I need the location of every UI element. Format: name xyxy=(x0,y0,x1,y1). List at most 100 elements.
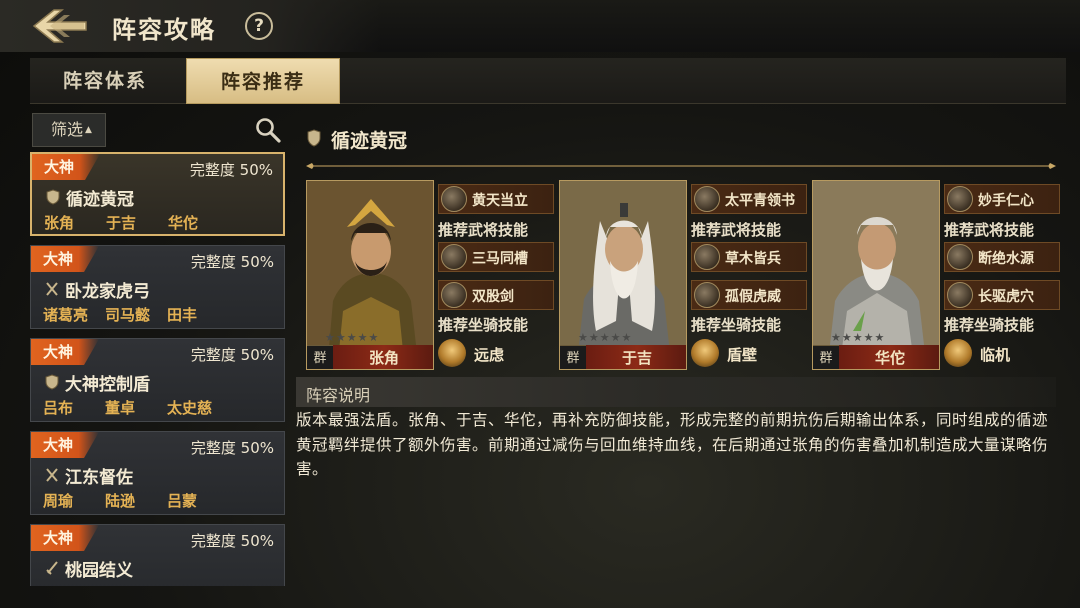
shield-icon xyxy=(45,374,59,390)
shield-icon xyxy=(307,129,321,147)
lineup-name: 卧龙家虎弓 xyxy=(65,282,150,302)
lineup-list[interactable]: 大神 完整度 50% 循迹黄冠 张角 于吉 华佗 大神 完整度 50% 卧龙家虎弓 … xyxy=(30,152,286,586)
hero-name-plate: 华佗 xyxy=(839,345,939,369)
lineup-card[interactable]: 大神 完整度 50% 江东督佐 周瑜 陆逊 吕蒙 xyxy=(30,431,285,515)
lineup-card[interactable]: 大神 完整度 50% 桃园结义 xyxy=(30,524,285,586)
hero-name: 华佗 xyxy=(168,214,199,232)
hero-skill-slot[interactable]: 太平青领书 xyxy=(691,184,807,214)
hero-name: 陆逊 xyxy=(105,492,136,510)
mount-skill-name: 盾壁 xyxy=(727,346,758,364)
mount-skill-name: 临机 xyxy=(980,346,1011,364)
faction-badge: 群 xyxy=(813,345,839,369)
hero-name-plate: 张角 xyxy=(333,345,433,369)
hero-portrait[interactable]: ★★★★★ 群 华佗 xyxy=(812,180,940,370)
hero-skill-slot[interactable]: 三马同槽 xyxy=(438,242,554,272)
hero-name: 吕蒙 xyxy=(167,492,198,510)
mount-section-label: 推荐坐骑技能 xyxy=(438,316,529,334)
hero-name-plate: 于吉 xyxy=(586,345,686,369)
ornamental-divider xyxy=(306,163,1056,169)
hero-portrait[interactable]: ★★★★★ 群 于吉 xyxy=(559,180,687,370)
hero-skill-slot[interactable]: 断绝水源 xyxy=(944,242,1060,272)
hero-portrait[interactable]: ★★★★★ 群 张角 xyxy=(306,180,434,370)
lineup-heroes: 诸葛亮 司马懿 田丰 xyxy=(43,304,229,325)
star-rating: ★★★★★ xyxy=(578,331,633,344)
mount-skill-icon xyxy=(691,339,719,367)
skill-section-label: 推荐武将技能 xyxy=(438,221,529,239)
crossed-swords-icon xyxy=(46,282,58,296)
faction-badge: 群 xyxy=(307,345,333,369)
caret-up-icon: ▲ xyxy=(85,125,92,135)
tab-lineup-system[interactable]: 阵容体系 xyxy=(30,58,180,104)
lineup-name: 桃园结义 xyxy=(65,561,133,581)
mount-skill-slot[interactable]: 临机 xyxy=(944,338,1060,370)
shield-icon xyxy=(46,189,60,205)
completeness-label: 完整度 50% xyxy=(190,346,274,364)
skill-name: 断绝水源 xyxy=(978,251,1034,267)
lineup-name: 江东督佐 xyxy=(65,468,133,488)
hero-name: 于吉 xyxy=(106,214,137,232)
hero-name: 司马懿 xyxy=(105,306,151,324)
skill-name: 三马同槽 xyxy=(472,251,528,267)
lineup-card[interactable]: 大神 完整度 50% 循迹黄冠 张角 于吉 华佗 xyxy=(30,152,285,236)
skill-icon xyxy=(947,244,973,270)
lineup-tag: 大神 xyxy=(31,246,99,272)
hero-skill-slot[interactable]: 孤假虎威 xyxy=(691,280,807,310)
skill-icon xyxy=(947,282,973,308)
hero-skill-slot[interactable]: 长驱虎穴 xyxy=(944,280,1060,310)
hero-card[interactable]: ★★★★★ 群 华佗 妙手仁心 推荐武将技能 断绝水源 长驱虎穴 推荐坐骑技能 … xyxy=(812,180,1060,370)
mount-skill-slot[interactable]: 远虑 xyxy=(438,338,554,370)
lineup-tag: 大神 xyxy=(32,154,100,180)
hero-card[interactable]: ★★★★★ 群 于吉 太平青领书 推荐武将技能 草木皆兵 孤假虎威 推荐坐骑技能… xyxy=(559,180,807,370)
hero-name: 周瑜 xyxy=(43,492,74,510)
tab-lineup-recommend[interactable]: 阵容推荐 xyxy=(186,58,340,104)
star-rating: ★★★★★ xyxy=(325,331,380,344)
page-title: 阵容攻略 xyxy=(112,16,216,44)
completeness-label: 完整度 50% xyxy=(189,161,273,179)
skill-icon xyxy=(694,244,720,270)
lineup-name: 循迹黄冠 xyxy=(66,190,134,210)
completeness-label: 完整度 50% xyxy=(190,253,274,271)
crossed-swords-icon xyxy=(46,468,58,482)
lineup-tag: 大神 xyxy=(31,525,99,551)
search-button[interactable] xyxy=(254,116,282,144)
hero-card[interactable]: ★★★★★ 群 张角 黄天当立 推荐武将技能 三马同槽 双股剑 推荐坐骑技能 远… xyxy=(306,180,554,370)
filter-button[interactable]: 筛选 ▲ xyxy=(32,113,106,147)
lineup-heroes xyxy=(43,583,229,586)
help-button[interactable]: ? xyxy=(245,12,273,40)
lineup-card[interactable]: 大神 完整度 50% 卧龙家虎弓 诸葛亮 司马懿 田丰 xyxy=(30,245,285,329)
lineup-heroes: 吕布 董卓 太史慈 xyxy=(43,397,229,418)
mount-skill-icon xyxy=(438,339,466,367)
skill-icon xyxy=(947,186,973,212)
description-title: 阵容说明 xyxy=(306,386,371,405)
skill-icon xyxy=(441,186,467,212)
hero-skill-slot[interactable]: 黄天当立 xyxy=(438,184,554,214)
faction-badge: 群 xyxy=(560,345,586,369)
hero-name: 田丰 xyxy=(167,306,198,324)
hero-name: 董卓 xyxy=(105,399,136,417)
mount-skill-icon xyxy=(944,339,972,367)
lineup-name: 大神控制盾 xyxy=(65,375,150,395)
back-button[interactable] xyxy=(30,6,90,46)
search-icon xyxy=(256,118,281,143)
skill-icon xyxy=(694,282,720,308)
hero-skill-slot[interactable]: 妙手仁心 xyxy=(944,184,1060,214)
lineup-card[interactable]: 大神 完整度 50% 大神控制盾 吕布 董卓 太史慈 xyxy=(30,338,285,422)
skill-name: 双股剑 xyxy=(472,289,514,305)
back-arrow-icon xyxy=(32,9,87,43)
hero-name: 张角 xyxy=(44,214,75,232)
skill-name: 孤假虎威 xyxy=(725,289,781,305)
lineup-tag: 大神 xyxy=(31,432,99,458)
hero-skill-slot[interactable]: 草木皆兵 xyxy=(691,242,807,272)
skill-name: 黄天当立 xyxy=(472,193,528,209)
hero-skill-slot[interactable]: 双股剑 xyxy=(438,280,554,310)
skill-section-label: 推荐武将技能 xyxy=(944,221,1035,239)
sword-icon xyxy=(46,561,58,575)
mount-section-label: 推荐坐骑技能 xyxy=(944,316,1035,334)
skill-name: 草木皆兵 xyxy=(725,251,781,267)
lineup-tag: 大神 xyxy=(31,339,99,365)
hero-name: 太史慈 xyxy=(167,399,213,417)
mount-section-label: 推荐坐骑技能 xyxy=(691,316,782,334)
skill-icon xyxy=(694,186,720,212)
mount-skill-slot[interactable]: 盾壁 xyxy=(691,338,807,370)
completeness-label: 完整度 50% xyxy=(190,532,274,550)
